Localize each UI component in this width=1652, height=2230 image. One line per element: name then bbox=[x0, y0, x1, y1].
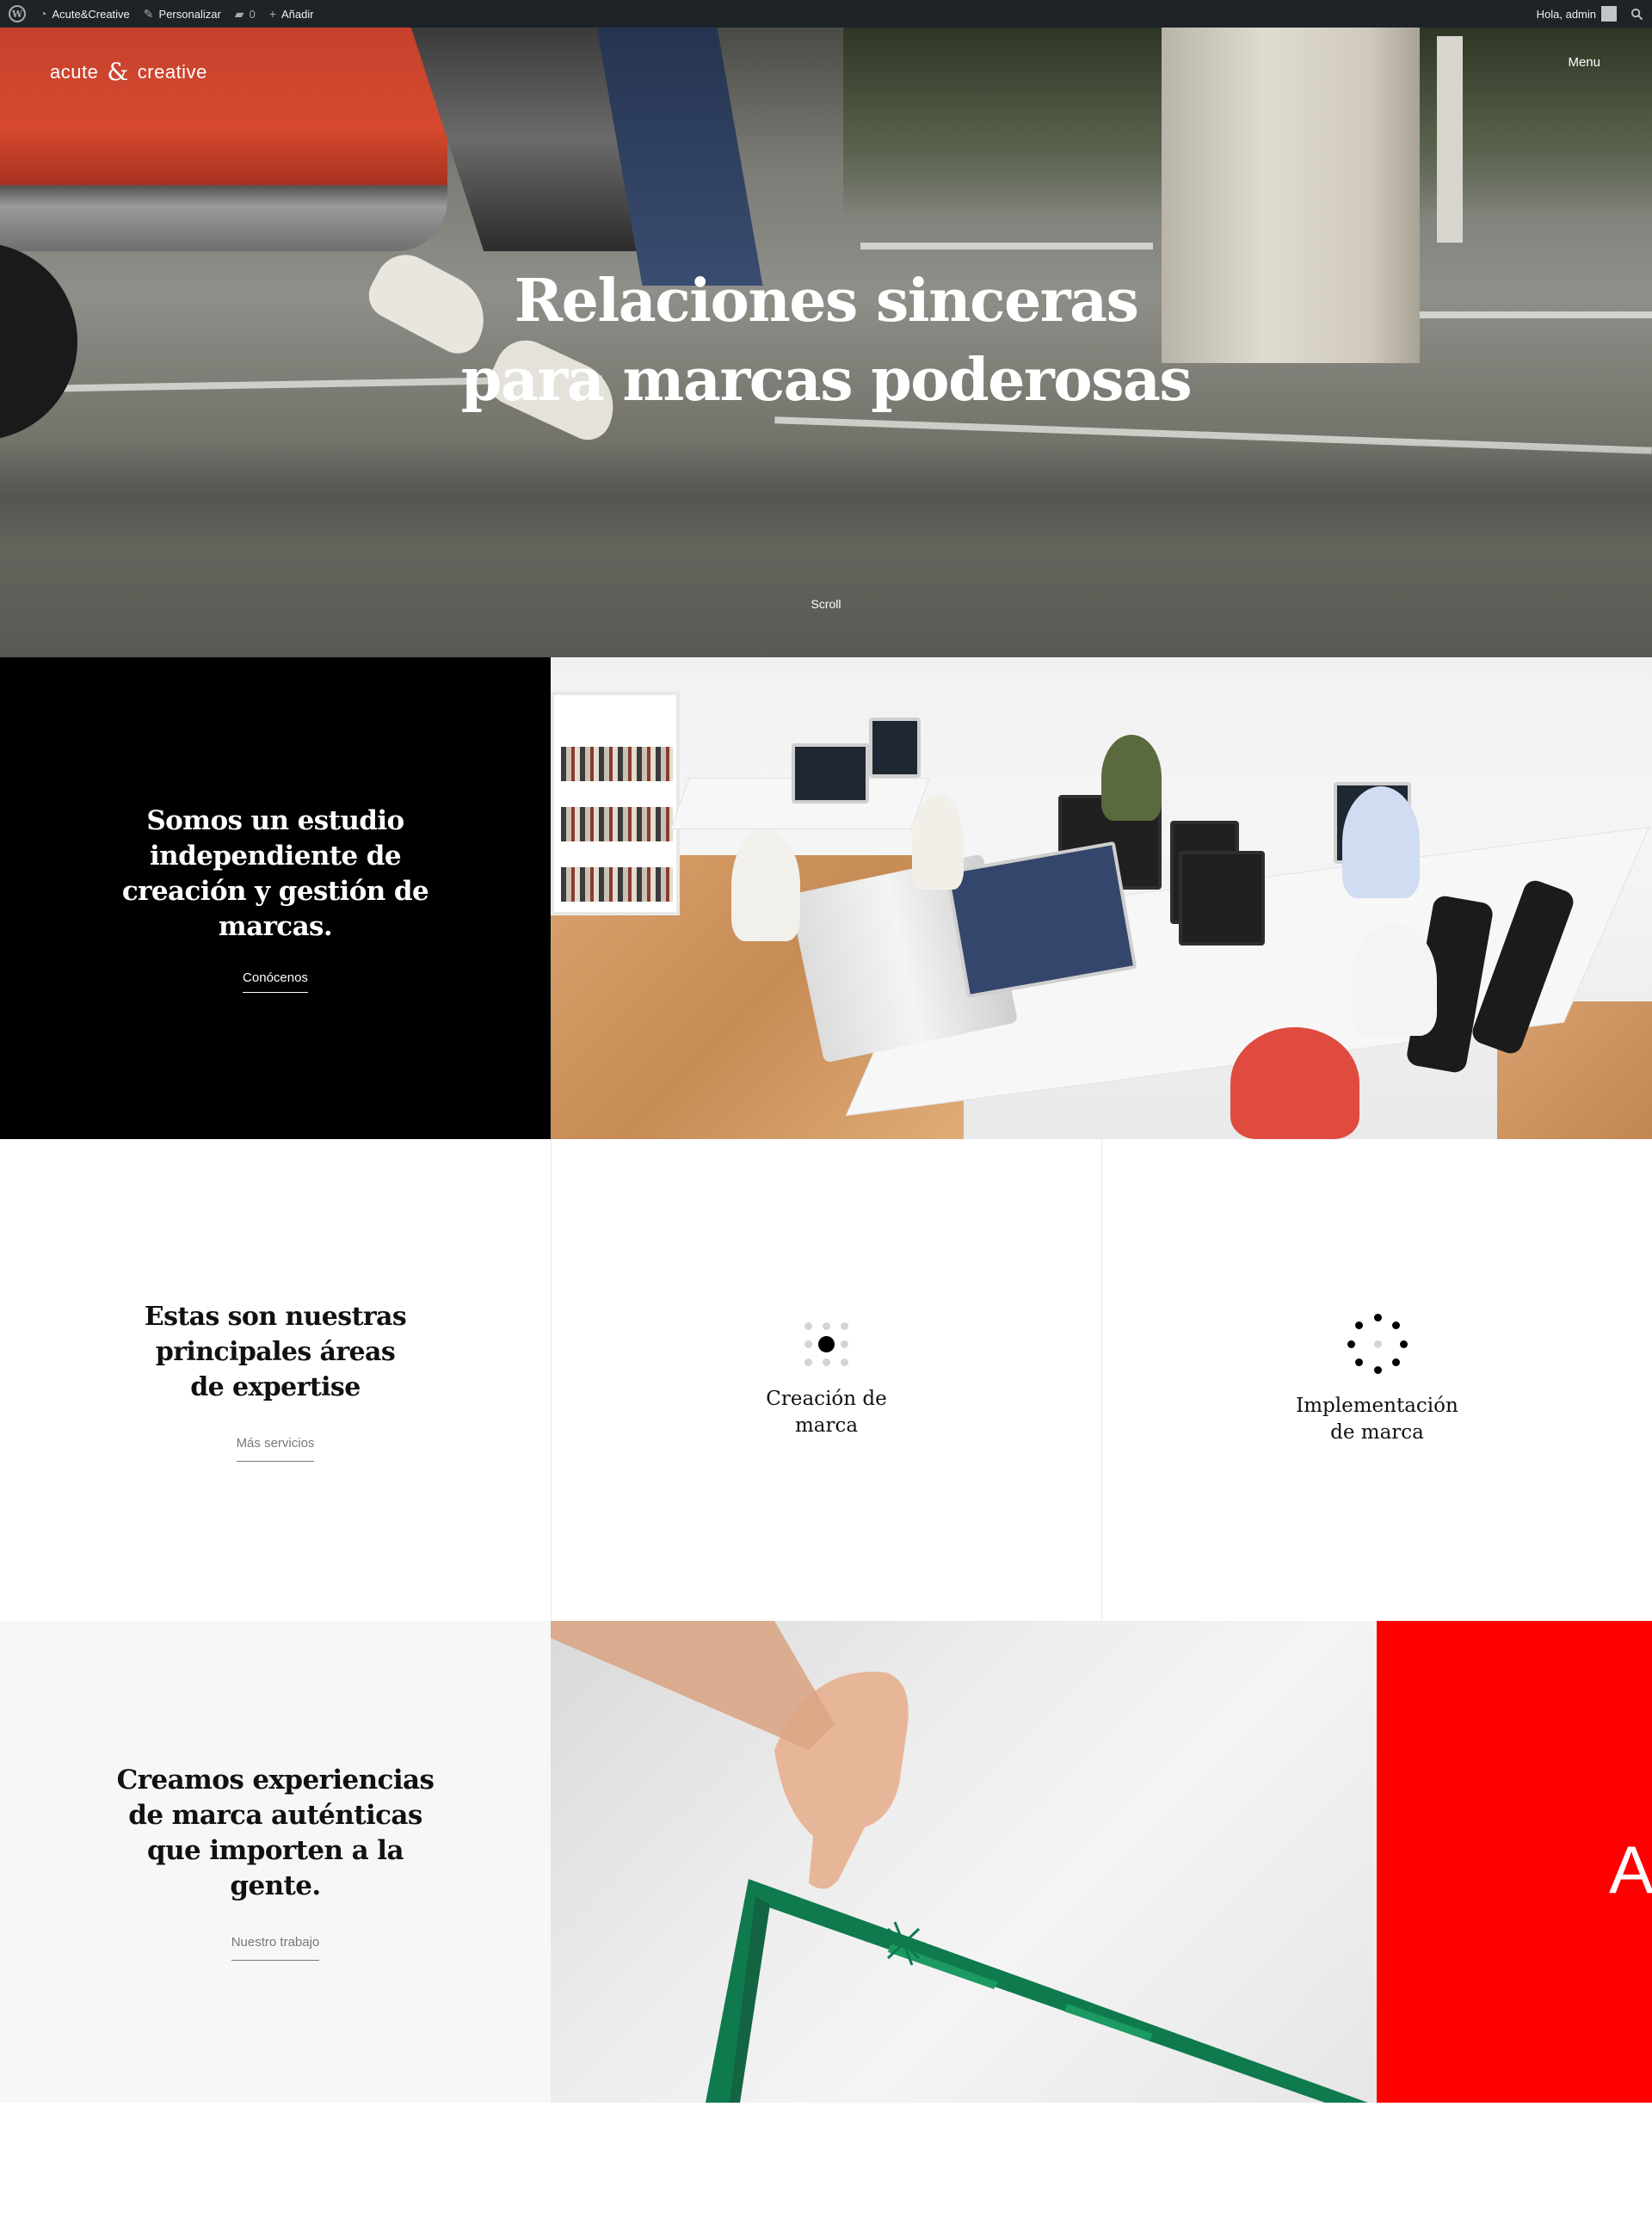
intro-text-panel: Somos un estudio independiente de creaci… bbox=[0, 657, 551, 1139]
greeting-label: Hola, admin bbox=[1536, 7, 1596, 21]
services-intro-cell: Estas son nuestras principales áreas de … bbox=[0, 1139, 551, 1621]
office-person bbox=[1351, 924, 1437, 1036]
hero-title-line-1: Relaciones sinceras bbox=[514, 267, 1139, 336]
work-heading: Creamos experiencias de marca auténticas… bbox=[116, 1765, 435, 1901]
services-section: Estas son nuestras principales áreas de … bbox=[0, 1139, 1652, 1621]
shelf-books bbox=[561, 747, 673, 781]
hero-section: acute & creative Menu Relaciones sincera… bbox=[0, 28, 1652, 657]
office-person bbox=[1101, 735, 1162, 821]
brush-icon: ✎ bbox=[143, 7, 154, 21]
office-monitor bbox=[1179, 851, 1265, 946]
office-person bbox=[912, 795, 964, 890]
wordpress-logo-icon: W bbox=[9, 5, 26, 22]
site-logo[interactable]: acute & creative bbox=[50, 60, 207, 84]
office-monitor bbox=[869, 718, 921, 778]
office-person bbox=[1342, 786, 1420, 898]
site-name-label: Acute&Creative bbox=[52, 7, 130, 21]
service-title: Implementación de marca bbox=[1296, 1395, 1458, 1444]
menu-button[interactable]: Menu bbox=[1568, 55, 1600, 70]
office-monitor bbox=[792, 743, 869, 804]
bookshelf bbox=[551, 692, 680, 915]
avatar bbox=[1601, 6, 1617, 22]
site-name-link[interactable]: ◔ Acute&Creative bbox=[40, 8, 130, 21]
services-heading: Estas son nuestras principales áreas de … bbox=[144, 1301, 407, 1402]
about-link[interactable]: Conócenos bbox=[243, 970, 308, 993]
hero-title-line-2: para marcas poderosas bbox=[460, 346, 1193, 415]
office-person bbox=[731, 829, 800, 941]
account-menu[interactable]: Hola, admin bbox=[1537, 6, 1617, 22]
intro-heading: Somos un estudio independiente de creaci… bbox=[121, 805, 429, 942]
project-red-panel: A bbox=[1377, 1621, 1652, 2103]
work-text-panel: Creamos experiencias de marca auténticas… bbox=[0, 1621, 551, 2103]
work-section: Creamos experiencias de marca auténticas… bbox=[0, 1621, 1652, 2103]
add-new-link[interactable]: + Añadir bbox=[269, 8, 314, 21]
search-icon bbox=[1630, 8, 1643, 20]
logo-word-acute: acute bbox=[50, 61, 99, 83]
comment-icon: ▰ bbox=[234, 7, 244, 21]
dot-ring-icon bbox=[1347, 1314, 1408, 1374]
customize-label: Personalizar bbox=[158, 7, 221, 21]
service-card-brand-implementation[interactable]: Implementación de marca bbox=[1101, 1139, 1652, 1621]
red-panel-letter: A bbox=[1609, 1832, 1652, 1907]
wordpress-menu[interactable]: W bbox=[9, 5, 26, 22]
office-photo bbox=[551, 657, 1652, 1139]
service-title: Creación de marca bbox=[766, 1388, 887, 1437]
parking-line bbox=[860, 243, 1153, 249]
admin-bar-right: Hola, admin bbox=[1537, 0, 1643, 28]
more-services-link[interactable]: Más servicios bbox=[236, 1436, 315, 1462]
comments-link[interactable]: ▰ 0 bbox=[235, 8, 256, 21]
project-photo-ribbon bbox=[551, 1621, 1377, 2103]
comments-count: 0 bbox=[249, 7, 256, 21]
hero-shadow bbox=[0, 440, 1652, 552]
shelf-books bbox=[561, 867, 673, 902]
add-new-label: Añadir bbox=[281, 7, 314, 21]
hero-pole bbox=[1437, 36, 1463, 243]
logo-word-creative: creative bbox=[137, 61, 207, 83]
scroll-link[interactable]: Scroll bbox=[0, 597, 1652, 611]
admin-bar: W ◔ Acute&Creative ✎ Personalizar ▰ 0 + … bbox=[0, 0, 1652, 28]
admin-bar-left: W ◔ Acute&Creative ✎ Personalizar ▰ 0 + … bbox=[9, 0, 314, 28]
logo-ampersand: & bbox=[107, 58, 129, 86]
customize-link[interactable]: ✎ Personalizar bbox=[144, 8, 221, 21]
ribbon-illustration bbox=[551, 1621, 1368, 2103]
our-work-link[interactable]: Nuestro trabajo bbox=[231, 1935, 320, 1961]
dot-grid-icon bbox=[803, 1321, 851, 1369]
intro-section: Somos un estudio independiente de creaci… bbox=[0, 657, 1652, 1139]
office-person bbox=[1230, 1027, 1359, 1139]
service-card-brand-creation[interactable]: Creación de marca bbox=[551, 1139, 1101, 1621]
dashboard-icon: ◔ bbox=[40, 7, 47, 21]
hero-title: Relaciones sinceras para marcas poderosa… bbox=[0, 262, 1652, 420]
plus-icon: + bbox=[268, 7, 276, 21]
shelf-books bbox=[561, 807, 673, 841]
search-button[interactable] bbox=[1630, 8, 1643, 21]
